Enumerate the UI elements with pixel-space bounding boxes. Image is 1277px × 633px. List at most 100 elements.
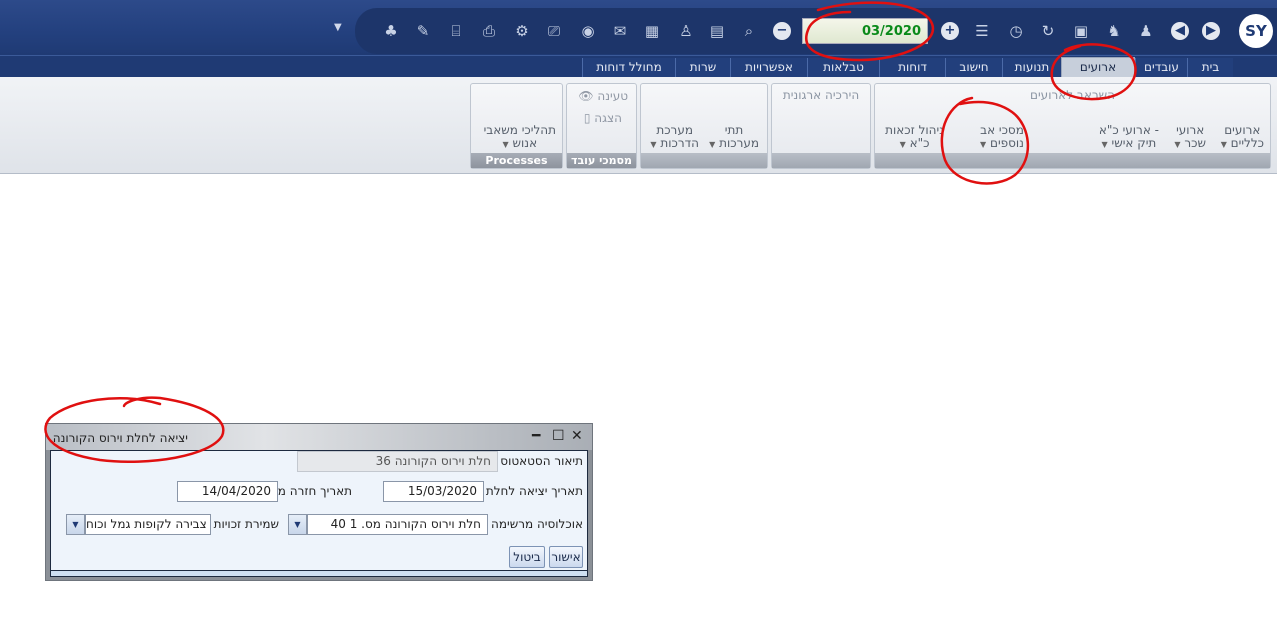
search-doc-icon[interactable]: ⌸ — [447, 22, 465, 40]
chevron-down-icon: ▼ — [502, 140, 509, 149]
dialog-title: יציאה לחלת וירוס הקורונה — [52, 431, 188, 445]
close-icon[interactable]: ✕ — [571, 428, 583, 444]
events-group: השראב לארועים ארועים ▼ כלליים ארועי ▼ שכ… — [874, 83, 1271, 169]
eye-icon: 👁 — [578, 89, 594, 103]
remove-icon[interactable]: − — [773, 22, 791, 40]
report-icon[interactable]: ▤ — [708, 22, 726, 40]
ribbon-panel: השראב לארועים ארועים ▼ כלליים ארועי ▼ שכ… — [0, 77, 1277, 174]
mail-icon[interactable]: ✉ — [611, 22, 629, 40]
chevron-down-icon: ▼ — [1220, 140, 1227, 149]
preview-icon[interactable]: ⎚ — [545, 22, 563, 40]
status-desc-field: 36 חלת וירוס הקורונה — [297, 451, 498, 472]
subsystems-line2: מערכות — [719, 136, 759, 150]
population-select[interactable]: 40 חלת וירוס הקורונה מס. 1 — [307, 514, 488, 535]
rights-dropdown-button[interactable]: ▼ — [66, 514, 85, 535]
hr-processes-button[interactable]: תהליכי משאבי ▼ אנוש — [484, 124, 556, 151]
more-screens-button[interactable]: מסכי אב ▼ נוספים — [980, 124, 1024, 151]
refresh-icon[interactable]: ↻ — [1039, 22, 1057, 40]
chevron-down-icon: ▼ — [709, 140, 716, 149]
tab-options[interactable]: אפשרויות — [730, 58, 807, 78]
ribbon-tabs: בית עובדים ארועים תנועות חישוב דוחות טבל… — [0, 55, 1277, 79]
return-date-field[interactable]: 14/04/2020 — [177, 481, 278, 502]
rights-select[interactable]: צבירה לקופות גמל וכוח — [85, 514, 211, 535]
print-icon[interactable]: ⎙ — [480, 22, 498, 40]
exit-date-label: תאריך יציאה לחלת — [485, 484, 583, 498]
user-card-icon[interactable]: ▦ — [643, 22, 661, 40]
hr-events-line2: תיק אישי — [1111, 136, 1157, 150]
rights-label: שמירת זכויות — [213, 517, 279, 531]
tab-service[interactable]: שרות — [675, 58, 730, 78]
subsystems-button[interactable]: תתי ▼ מערכות — [709, 124, 759, 151]
doc-icon: ▯ — [583, 111, 591, 125]
rights-mgmt-line2: כ"א — [909, 136, 930, 150]
period-field[interactable]: 03/2020 — [802, 18, 928, 44]
org-hierarchy-head[interactable]: הירכיה ארגונית — [772, 88, 870, 102]
population-label: אוכלוסיה מרשימה — [491, 517, 583, 531]
chevron-down-icon: ▼ — [980, 140, 987, 149]
search-icon[interactable]: ⌕ — [740, 22, 758, 40]
save-icon[interactable]: ▣ — [1072, 22, 1090, 40]
org-hierarchy-group: הירכיה ארגונית — [771, 83, 871, 169]
loading-label: טעינה — [597, 89, 628, 103]
dialog-body: תיאור הסטאטוס 36 חלת וירוס הקורונה תאריך… — [50, 450, 588, 571]
tab-movements[interactable]: תנועות — [1002, 58, 1061, 78]
tab-home[interactable]: בית — [1187, 58, 1233, 78]
chevron-down-icon: ▼ — [899, 140, 906, 149]
more-screens-line2: נוספים — [989, 136, 1024, 150]
training-line2: הדרכות — [660, 136, 699, 150]
users-swap-icon[interactable]: ♞ — [1105, 22, 1123, 40]
tab-report-generator[interactable]: מחולל דוחות — [582, 58, 675, 78]
subsystems-group: תתי ▼ מערכות מערכת ▼ הדרכות — [640, 83, 768, 169]
salary-events-button[interactable]: ארועי ▼ שכר — [1174, 124, 1206, 151]
org-hierarchy-footer — [772, 153, 870, 168]
loading-button[interactable]: 👁 טעינה — [578, 89, 628, 103]
list-icon[interactable]: ☰ — [973, 22, 991, 40]
salary-events-line2: שכר — [1184, 136, 1206, 150]
app-logo: SY — [1239, 14, 1273, 48]
ok-button[interactable]: אישור — [549, 546, 583, 568]
tab-reports[interactable]: דוחות — [879, 58, 945, 78]
tab-events[interactable]: ארועים — [1061, 57, 1135, 79]
history-icon[interactable]: ◷ — [1007, 22, 1025, 40]
hr-events-button[interactable]: ארועי כ"א - ▼ תיק אישי — [1099, 124, 1159, 151]
tab-tables[interactable]: טבלאות — [807, 58, 879, 78]
processes-title: Processes — [471, 153, 562, 168]
chevron-down-icon: ▼ — [1101, 140, 1108, 149]
dialog-footer — [50, 571, 588, 577]
cancel-button[interactable]: ביטול — [509, 546, 545, 568]
employee-docs-group: 👁 טעינה ▯ הצגה מסמכי עובד — [566, 83, 637, 169]
general-events-button[interactable]: ארועים ▼ כלליים — [1221, 124, 1264, 151]
add-icon[interactable]: + — [941, 22, 959, 40]
tab-employees[interactable]: עובדים — [1135, 58, 1187, 78]
training-button[interactable]: מערכת ▼ הדרכות — [650, 124, 699, 151]
corona-exit-dialog: יציאה לחלת וירוס הקורונה ━ ☐ ✕ תיאור הסט… — [45, 423, 593, 581]
nav-forward-icon[interactable]: ▶ — [1202, 22, 1220, 40]
user-sum-icon[interactable]: ♙ — [677, 22, 695, 40]
dropdown-icon[interactable]: ▼ — [334, 22, 342, 33]
population-dropdown-button[interactable]: ▼ — [288, 514, 307, 535]
processes-group: תהליכי משאבי ▼ אנוש Processes — [470, 83, 563, 169]
top-toolbar: SY ▶ ◀ ♟ ♞ ▣ ↻ ◷ ☰ + 03/2020 − ⌕ ▤ ♙ ▦ ✉… — [0, 0, 1277, 55]
settings-icon[interactable]: ⚙ — [513, 22, 531, 40]
employee-docs-title: מסמכי עובד — [567, 153, 636, 168]
chevron-down-icon: ▼ — [650, 140, 657, 149]
hr-processes-line2: אנוש — [512, 136, 538, 150]
dialog-titlebar[interactable]: יציאה לחלת וירוס הקורונה ━ ☐ ✕ — [46, 424, 592, 450]
display-button[interactable]: ▯ הצגה — [584, 111, 622, 125]
status-desc-label: תיאור הסטאטוס — [500, 454, 583, 468]
edit-user-icon[interactable]: ✎ — [414, 22, 432, 40]
tab-calculation[interactable]: חישוב — [945, 58, 1002, 78]
users-icon[interactable]: ♟ — [1137, 22, 1155, 40]
minimize-icon[interactable]: ━ — [532, 428, 540, 444]
nav-back-icon[interactable]: ◀ — [1171, 22, 1189, 40]
exit-date-field[interactable]: 15/03/2020 — [383, 481, 484, 502]
maximize-icon[interactable]: ☐ — [552, 428, 565, 444]
events-group-footer — [875, 153, 1270, 168]
rights-management-button[interactable]: ניהול זכאות ▼ כ"א — [885, 124, 944, 151]
events-group-head: השראב לארועים — [1030, 88, 1115, 102]
subsystems-footer — [641, 153, 767, 168]
mouse-icon[interactable]: ◉ — [579, 22, 597, 40]
tree-icon[interactable]: ♣ — [382, 22, 400, 40]
chevron-down-icon: ▼ — [1174, 140, 1181, 149]
display-label: הצגה — [594, 111, 622, 125]
